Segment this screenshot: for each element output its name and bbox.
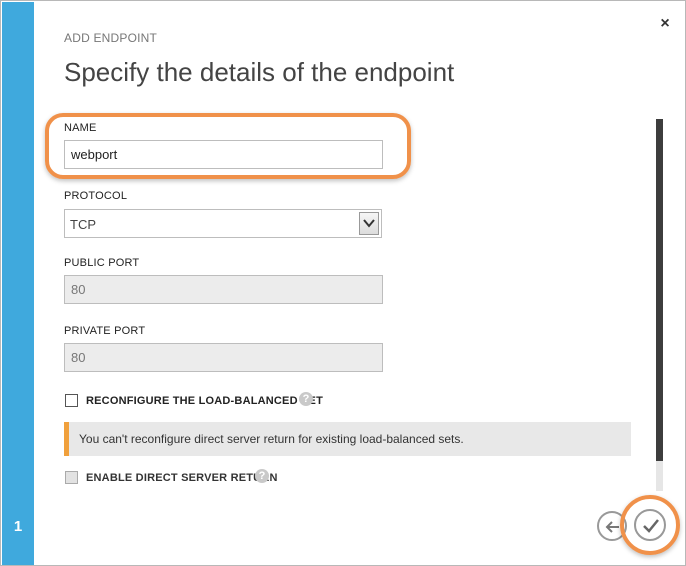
wizard-step-bar: 1 bbox=[2, 2, 34, 565]
page-title: Specify the details of the endpoint bbox=[64, 57, 455, 87]
protocol-select[interactable]: TCP bbox=[64, 209, 382, 238]
reconfigure-label: RECONFIGURE THE LOAD-BALANCED SET bbox=[86, 395, 323, 407]
step-number: 1 bbox=[13, 518, 23, 535]
chevron-down-icon bbox=[363, 219, 375, 228]
direct-server-return-help-icon[interactable]: ? bbox=[255, 469, 269, 483]
protocol-selected-value: TCP bbox=[70, 217, 96, 232]
dialog-kicker: ADD ENDPOINT bbox=[64, 31, 158, 45]
info-notice: You can't reconfigure direct server retu… bbox=[64, 422, 631, 456]
reconfigure-help-icon[interactable]: ? bbox=[299, 392, 313, 406]
protocol-label: PROTOCOL bbox=[64, 190, 128, 202]
dropdown-button[interactable] bbox=[359, 212, 379, 235]
dialog: 1 × ADD ENDPOINT Specify the details of … bbox=[0, 0, 686, 566]
public-port-label: PUBLIC PORT bbox=[64, 257, 140, 269]
scrollbar[interactable] bbox=[656, 119, 663, 491]
complete-highlight-ring bbox=[620, 495, 680, 555]
direct-server-return-label: ENABLE DIRECT SERVER RETURN bbox=[86, 472, 278, 484]
direct-server-return-checkbox[interactable] bbox=[65, 471, 78, 484]
scrollbar-thumb[interactable] bbox=[656, 119, 663, 461]
public-port-input[interactable]: 80 bbox=[64, 275, 383, 304]
private-port-label: PRIVATE PORT bbox=[64, 325, 146, 337]
private-port-input[interactable]: 80 bbox=[64, 343, 383, 372]
reconfigure-checkbox[interactable] bbox=[65, 394, 78, 407]
close-button[interactable]: × bbox=[656, 15, 674, 33]
close-icon: × bbox=[660, 15, 670, 32]
name-highlight-ring bbox=[45, 113, 411, 179]
